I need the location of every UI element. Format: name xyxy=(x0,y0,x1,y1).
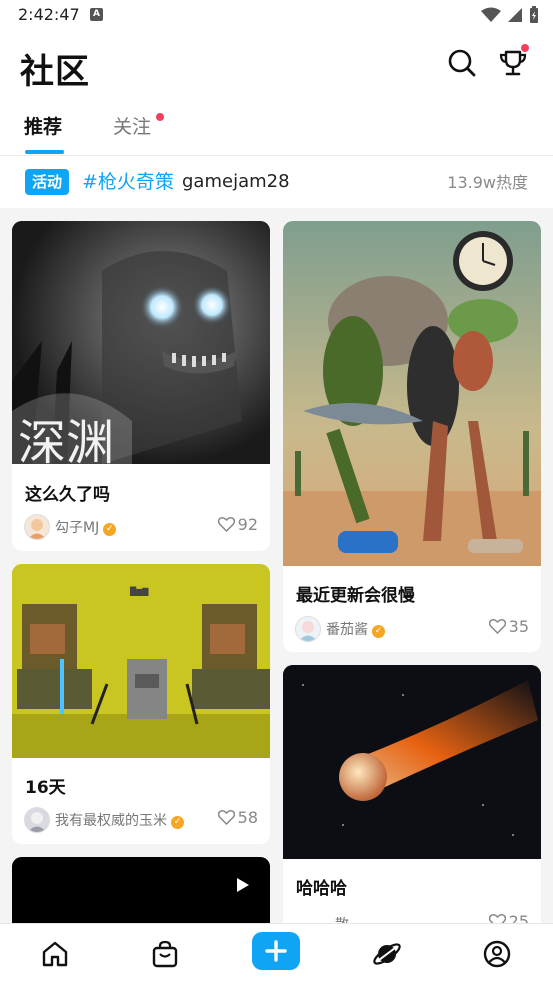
following-notification-dot xyxy=(156,113,164,121)
tab-recommend[interactable]: 推荐 xyxy=(24,112,62,139)
author-name[interactable]: 番茄酱 ✓ xyxy=(326,619,385,639)
dark-horror-skull-image: 深渊 xyxy=(12,221,270,464)
like-button[interactable]: 58 xyxy=(217,808,258,827)
topic-name: gamejam28 xyxy=(182,171,290,192)
verified-badge-icon: ✓ xyxy=(171,816,184,829)
activity-banner[interactable]: 活动 #枪火奇策 gamejam28 13.9w热度 xyxy=(0,156,553,208)
status-time: 2:42:47 xyxy=(18,5,80,24)
planet-icon xyxy=(373,943,401,965)
like-button[interactable]: 92 xyxy=(217,515,258,534)
like-button[interactable]: 25 xyxy=(488,912,529,923)
wifi-icon xyxy=(481,7,501,22)
profile-icon xyxy=(483,940,511,968)
post-meta: 我有最权威的玉米 ✓ 58 xyxy=(24,807,258,833)
heart-icon xyxy=(217,517,235,532)
author-name[interactable]: 勾子MJ ✓ xyxy=(55,517,117,537)
nav-shop[interactable] xyxy=(147,936,183,972)
search-icon xyxy=(448,49,476,77)
verified-badge-icon: ✓ xyxy=(372,625,385,638)
topic-hashtag[interactable]: #枪火奇策 xyxy=(82,169,174,195)
create-post-button[interactable] xyxy=(252,932,300,970)
avatar[interactable] xyxy=(24,807,50,833)
surreal-elephant-clock-frog-image xyxy=(283,221,541,566)
battery-icon xyxy=(530,6,538,23)
home-icon xyxy=(42,941,68,967)
author-name[interactable]: 散 xyxy=(335,914,349,923)
play-icon xyxy=(237,878,249,892)
black-video-thumbnail xyxy=(12,857,270,923)
post-card[interactable]: 哈哈哈 散 25 xyxy=(283,665,541,923)
page-title: 社区 xyxy=(20,52,90,92)
yellow-pixel-characters-image: █▆▇ xyxy=(12,564,270,758)
activity-badge: 活动 xyxy=(25,169,70,195)
like-count: 58 xyxy=(237,808,258,827)
meteor-in-space-image xyxy=(283,665,541,859)
avatar[interactable] xyxy=(295,616,321,642)
heart-icon xyxy=(488,914,506,923)
bottom-nav xyxy=(0,923,553,985)
post-title: 哈哈哈 xyxy=(296,879,347,899)
author-name[interactable]: 我有最权威的玉米 ✓ xyxy=(55,810,184,830)
status-icons xyxy=(481,6,539,24)
heat-count: 13.9w热度 xyxy=(447,173,528,192)
notification-a-icon: A xyxy=(90,8,103,21)
nav-home[interactable] xyxy=(37,936,73,972)
post-card[interactable]: 深渊 这么久了吗 勾子MJ ✓ 92 xyxy=(12,221,270,551)
like-count: 25 xyxy=(508,912,529,923)
post-card[interactable]: 最近更新会很慢 番茄酱 ✓ 35 xyxy=(283,221,541,652)
trophy-icon xyxy=(499,50,527,76)
shop-bag-icon xyxy=(152,940,178,968)
nav-profile[interactable] xyxy=(479,936,515,972)
status-bar: 2:42:47 A xyxy=(0,0,553,30)
plus-icon xyxy=(265,940,287,962)
post-card[interactable]: █▆▇ 16天 我有最权威的玉米 ✓ 58 xyxy=(12,564,270,844)
like-count: 92 xyxy=(237,515,258,534)
post-meta: 散 25 xyxy=(295,911,529,923)
tab-following[interactable]: 关注 xyxy=(113,112,151,139)
post-card[interactable] xyxy=(12,857,270,923)
avatar[interactable] xyxy=(24,514,50,540)
trophy-notification-dot xyxy=(521,44,529,52)
like-count: 35 xyxy=(508,617,529,636)
like-button[interactable]: 35 xyxy=(488,617,529,636)
feed-tabs: 推荐 关注 xyxy=(0,112,553,155)
post-feed[interactable]: 深渊 这么久了吗 勾子MJ ✓ 92 █▆▇ 16天 我有最权威的玉米 ✓ 58… xyxy=(0,209,553,923)
active-tab-indicator xyxy=(25,150,64,154)
heart-icon xyxy=(488,619,506,634)
post-meta: 勾子MJ ✓ 92 xyxy=(24,514,258,540)
post-meta: 番茄酱 ✓ 35 xyxy=(295,616,529,642)
post-title: 16天 xyxy=(25,778,66,798)
post-title: 最近更新会很慢 xyxy=(296,586,415,606)
heart-icon xyxy=(217,810,235,825)
header: 社区 推荐 关注 xyxy=(0,30,553,156)
post-title: 这么久了吗 xyxy=(25,485,110,505)
signal-icon xyxy=(508,8,522,22)
image-text: 深渊 xyxy=(18,415,114,464)
search-button[interactable] xyxy=(445,46,479,80)
svg-text:█▆▇: █▆▇ xyxy=(129,586,149,596)
nav-discover[interactable] xyxy=(369,936,405,972)
verified-badge-icon: ✓ xyxy=(103,523,117,536)
trophy-button[interactable] xyxy=(496,44,530,80)
